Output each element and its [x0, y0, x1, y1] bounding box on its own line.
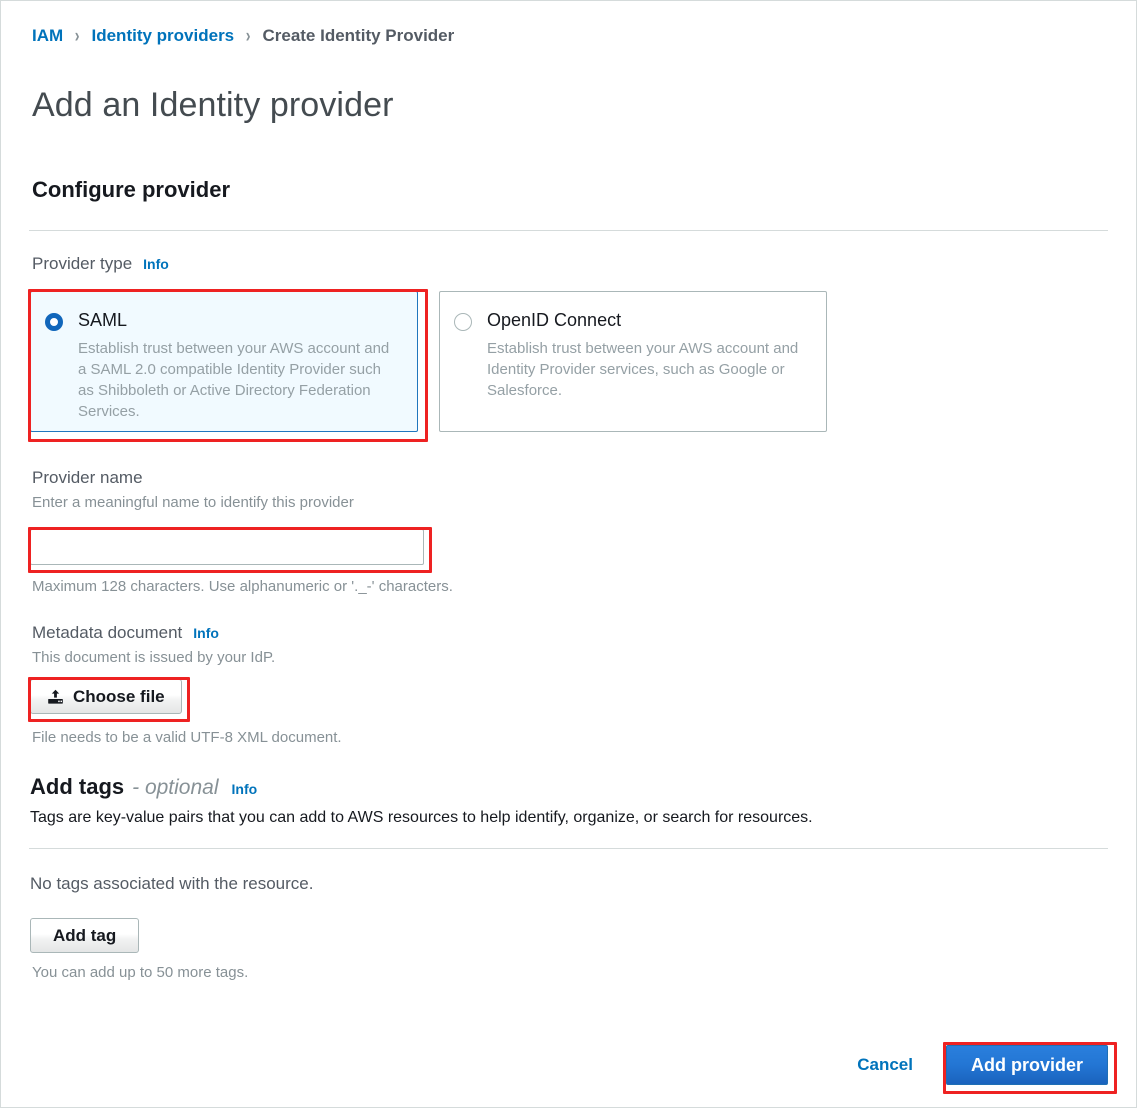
metadata-document-info-link[interactable]: Info	[193, 625, 219, 641]
page-title: Add an Identity provider	[32, 86, 394, 124]
provider-type-option-oidc[interactable]: OpenID Connect Establish trust between y…	[439, 291, 827, 432]
add-tags-optional-label: - optional	[132, 776, 219, 799]
choose-file-button[interactable]: Choose file	[30, 679, 182, 714]
add-tags-divider	[29, 848, 1108, 849]
provider-type-option-saml[interactable]: SAML Establish trust between your AWS ac…	[30, 291, 418, 432]
metadata-document-constraint: File needs to be a valid UTF-8 XML docum…	[32, 729, 342, 746]
radio-openid-connect[interactable]	[454, 313, 472, 331]
breadcrumb-separator-icon: ›	[245, 25, 251, 47]
provider-name-description: Enter a meaningful name to identify this…	[32, 494, 354, 511]
radio-saml[interactable]	[45, 313, 63, 331]
provider-type-option-saml-wrap: SAML Establish trust between your AWS ac…	[28, 289, 428, 442]
breadcrumb-item-identity-providers[interactable]: Identity providers	[92, 26, 235, 46]
provider-type-label: Provider type	[32, 254, 133, 273]
cancel-button[interactable]: Cancel	[857, 1055, 913, 1075]
provider-type-label-row: Provider type Info	[32, 254, 1108, 274]
provider-name-constraint: Maximum 128 characters. Use alphanumeric…	[32, 578, 453, 595]
add-tags-info-link[interactable]: Info	[232, 781, 258, 797]
add-provider-button[interactable]: Add provider	[945, 1045, 1108, 1085]
no-tags-message: No tags associated with the resource.	[30, 874, 314, 893]
choose-file-wrap: Choose file	[28, 677, 190, 722]
add-tags-description: Tags are key-value pairs that you can ad…	[30, 809, 813, 826]
provider-type-option-oidc-description: Establish trust between your AWS account…	[487, 339, 799, 400]
create-identity-provider-page: IAM › Identity providers › Create Identi…	[0, 0, 1137, 1108]
choose-file-button-label: Choose file	[73, 686, 165, 706]
add-tag-button-label: Add tag	[53, 925, 117, 945]
metadata-document-label-row: Metadata document Info	[32, 623, 1108, 643]
provider-type-option-oidc-title: OpenID Connect	[487, 310, 622, 330]
upload-icon	[47, 689, 64, 705]
add-tag-button[interactable]: Add tag	[30, 918, 140, 953]
provider-type-option-oidc-wrap: OpenID Connect Establish trust between y…	[439, 291, 827, 432]
breadcrumb: IAM › Identity providers › Create Identi…	[32, 23, 1108, 49]
metadata-document-description: This document is issued by your IdP.	[32, 649, 276, 666]
section-divider	[29, 230, 1108, 231]
section-title-configure-provider: Configure provider	[32, 177, 231, 202]
provider-name-input-wrap	[28, 527, 432, 573]
breadcrumb-item-iam[interactable]: IAM	[32, 26, 63, 46]
provider-name-input[interactable]	[30, 529, 424, 565]
breadcrumb-separator-icon: ›	[74, 25, 80, 47]
add-provider-button-wrap: Add provider	[942, 1042, 1117, 1094]
breadcrumb-item-current: Create Identity Provider	[262, 26, 455, 45]
provider-type-info-link[interactable]: Info	[143, 256, 169, 272]
add-tag-button-wrap: Add tag	[30, 918, 1108, 953]
add-tags-limit-message: You can add up to 50 more tags.	[32, 964, 249, 981]
provider-type-options: SAML Establish trust between your AWS ac…	[28, 289, 1108, 442]
add-tags-header: Add tags - optional Info	[30, 774, 1108, 800]
provider-name-label: Provider name	[32, 468, 143, 487]
provider-type-option-saml-description: Establish trust between your AWS account…	[78, 339, 390, 421]
provider-type-option-saml-title: SAML	[78, 310, 128, 330]
add-tags-title: Add tags	[30, 774, 125, 799]
form-actions: Cancel Add provider	[857, 1042, 1117, 1094]
metadata-document-label: Metadata document	[32, 623, 183, 642]
